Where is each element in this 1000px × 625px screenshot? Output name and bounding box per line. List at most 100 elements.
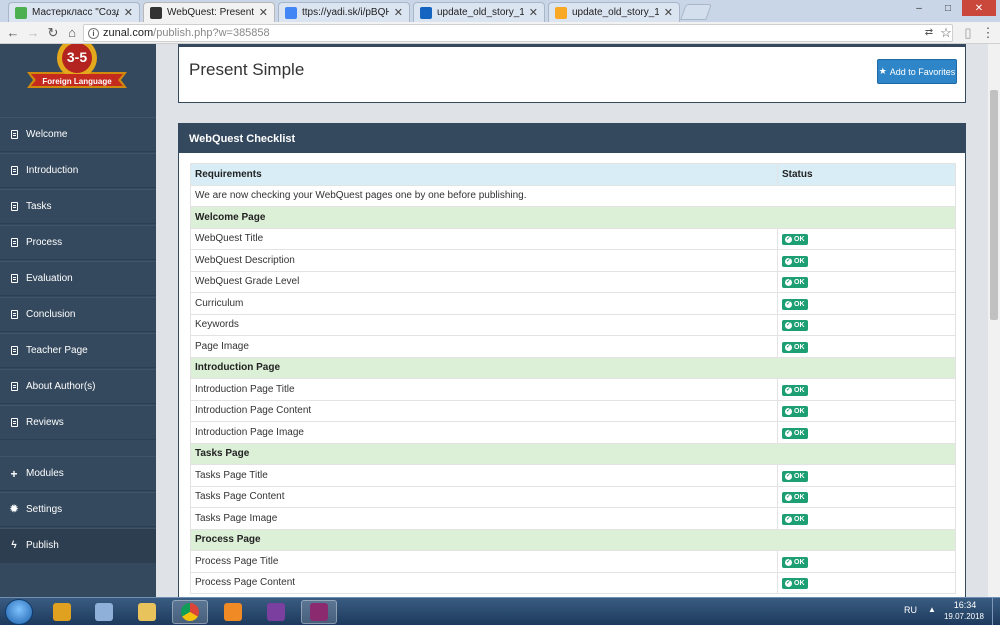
table-row: Page Image ✓ OK — [190, 335, 956, 358]
table-row: Curriculum ✓ OK — [190, 292, 956, 315]
sidebar-item-teacher-page[interactable]: Teacher Page — [0, 333, 156, 368]
forward-icon[interactable]: → — [25, 25, 41, 41]
tab-close-icon[interactable]: ✕ — [124, 6, 133, 19]
status-cell: ✓ OK — [777, 399, 956, 422]
sidebar-item-introduction[interactable]: Introduction — [0, 153, 156, 188]
status-cell: ✓ OK — [777, 292, 956, 315]
tab-close-icon[interactable]: ✕ — [259, 6, 268, 19]
status-text: OK — [794, 558, 805, 566]
sidebar-item-modules[interactable]: + Modules — [0, 456, 156, 491]
section-title: Welcome Page — [190, 206, 956, 229]
sidebar-item-label: Teacher Page — [26, 345, 88, 356]
add-to-favorites-label: Add to Favorites — [889, 66, 956, 77]
title-panel: Present Simple ★ Add to Favorites — [178, 44, 966, 103]
bookmark-star-icon[interactable]: ☆ — [938, 25, 954, 41]
window-close-button[interactable]: ✕ — [962, 0, 996, 16]
check-circle-icon: ✓ — [785, 236, 792, 244]
status-text: OK — [794, 236, 805, 244]
status-badge: ✓ OK — [782, 341, 808, 353]
status-text: OK — [794, 322, 805, 330]
status-cell: ✓ OK — [777, 550, 956, 573]
sidebar-item-tasks[interactable]: Tasks — [0, 189, 156, 224]
tab-close-icon[interactable]: ✕ — [529, 6, 538, 19]
language-indicator[interactable]: RU — [904, 605, 917, 615]
reload-icon[interactable]: ↻ — [45, 25, 61, 41]
tab-close-icon[interactable]: ✕ — [394, 6, 403, 19]
requirement-label: Page Image — [190, 335, 778, 358]
checklist-header: WebQuest Checklist — [179, 124, 965, 153]
file-explorer-icon — [138, 603, 156, 621]
check-circle-icon: ✓ — [785, 429, 792, 437]
back-icon[interactable]: ← — [5, 25, 21, 41]
add-to-favorites-button[interactable]: ★ Add to Favorites — [877, 59, 957, 84]
clock-time[interactable]: 16:34 — [945, 600, 985, 610]
check-circle-icon: ✓ — [785, 300, 792, 308]
taskbar-button[interactable] — [86, 600, 122, 624]
sidebar-item-reviews[interactable]: Reviews — [0, 405, 156, 440]
browser-tab[interactable]: update_old_story_1.1.3.2 ✕ — [413, 2, 545, 22]
translate-icon[interactable]: ⇄ — [921, 25, 937, 41]
browser-tab[interactable]: WebQuest: Present Simpl ✕ — [143, 2, 275, 22]
browser-toolbar: ← → ↻ ⌂ i zunal.com/publish.php?w=385858… — [0, 22, 1000, 44]
sidebar-item-publish[interactable]: ϟ Publish — [0, 528, 156, 563]
clock-date[interactable]: 19.07.2018 — [941, 612, 987, 621]
page-scrollbar[interactable] — [988, 44, 1000, 597]
document-icon — [10, 166, 18, 176]
sidebar-item-label: Publish — [26, 540, 59, 551]
document-icon — [10, 310, 18, 320]
star-icon: ★ — [878, 66, 887, 76]
browser-tab[interactable]: update_old_story_1.1.3.2 ✕ — [548, 2, 680, 22]
status-badge: ✓ OK — [782, 255, 808, 267]
sidebar-item-process[interactable]: Process — [0, 225, 156, 260]
status-text: OK — [794, 386, 805, 394]
status-text: OK — [794, 429, 805, 437]
sidebar-item-label: About Author(s) — [26, 381, 96, 392]
intro-row: We are now checking your WebQuest pages … — [190, 184, 956, 207]
status-column-header: Status — [777, 163, 956, 186]
taskbar-button[interactable] — [44, 600, 80, 624]
sidebar-item-settings[interactable]: ✹ Settings — [0, 492, 156, 527]
table-row: Keywords ✓ OK — [190, 313, 956, 336]
requirements-column-header: Requirements — [190, 163, 778, 186]
window-minimize-button[interactable]: – — [906, 0, 932, 16]
sidebar-item-conclusion[interactable]: Conclusion — [0, 297, 156, 332]
start-button[interactable] — [5, 599, 33, 625]
bolt-icon: ϟ — [11, 540, 17, 551]
browser-tab[interactable]: Мастеркласс "Создание ✕ — [8, 2, 140, 22]
site-info-icon[interactable]: i — [88, 27, 99, 39]
requirement-label: Process Page Content — [190, 571, 778, 594]
tab-favicon-icon — [555, 6, 567, 19]
browser-tab-bar: Мастеркласс "Создание✕WebQuest: Present … — [0, 0, 1000, 22]
tab-title: update_old_story_1.1.3.2 — [572, 7, 659, 18]
new-tab-button[interactable] — [680, 4, 712, 20]
sidebar-item-label: Conclusion — [26, 309, 76, 320]
window-maximize-button[interactable]: □ — [935, 0, 961, 16]
requirement-label: Tasks Page Image — [190, 507, 778, 530]
browser-tab[interactable]: ttps://yadi.sk/i/pBQHZM ✕ — [278, 2, 410, 22]
sidebar-item-evaluation[interactable]: Evaluation — [0, 261, 156, 296]
requirement-label: Tasks Page Title — [190, 464, 778, 487]
taskbar-button[interactable] — [172, 600, 208, 624]
extension-icon[interactable]: ▯ — [960, 25, 976, 41]
taskbar-button[interactable] — [129, 600, 165, 624]
sidebar-item-about-author-s[interactable]: About Author(s) — [0, 369, 156, 404]
status-text: OK — [794, 494, 805, 502]
address-bar[interactable]: i zunal.com/publish.php?w=385858 — [83, 24, 953, 42]
check-circle-icon: ✓ — [785, 580, 792, 588]
tab-title: Мастеркласс "Создание — [32, 7, 119, 18]
menu-icon[interactable]: ⋮ — [980, 25, 996, 41]
home-icon[interactable]: ⌂ — [64, 25, 80, 41]
taskbar-button[interactable] — [301, 600, 337, 624]
sidebar-item-welcome[interactable]: Welcome — [0, 117, 156, 152]
scroll-thumb[interactable] — [990, 90, 998, 320]
table-row: Introduction Page Image ✓ OK — [190, 421, 956, 444]
taskbar-button[interactable] — [215, 600, 251, 624]
checklist-panel: WebQuest Checklist Requirements Status W… — [178, 123, 966, 597]
tray-expand-icon[interactable]: ▲ — [928, 605, 936, 614]
tab-close-icon[interactable]: ✕ — [664, 6, 673, 19]
show-desktop-button[interactable] — [992, 598, 1000, 625]
table-row: Introduction Page Content ✓ OK — [190, 399, 956, 422]
onenote-icon — [267, 603, 285, 621]
taskbar-button[interactable] — [258, 600, 294, 624]
toolbox-app-icon — [53, 603, 71, 621]
